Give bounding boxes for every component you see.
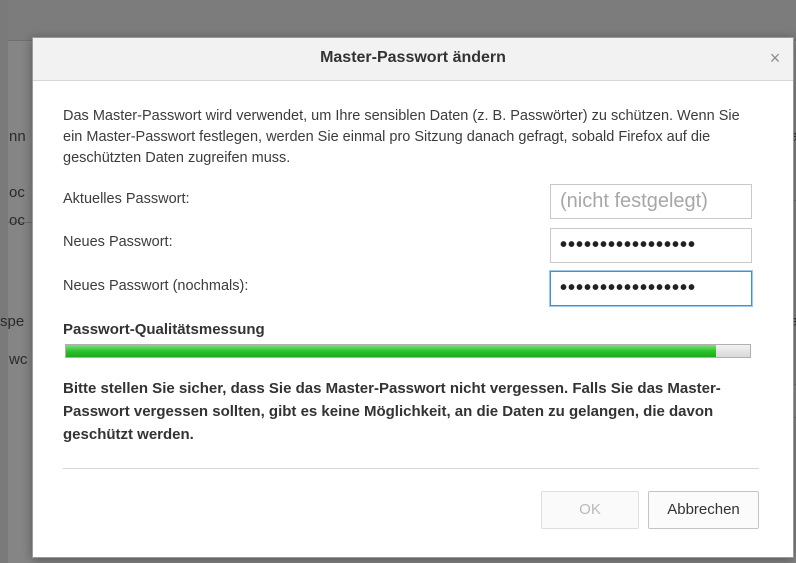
password-quality-meter-fill [66,345,716,357]
password-quality-meter [65,344,751,358]
background-text: spe [0,313,25,330]
background-text: wc [9,351,28,368]
new-password-field[interactable] [550,228,752,263]
dialog-divider [63,468,759,469]
password-quality-label: Passwort-Qualitätsmessung [63,321,265,338]
confirm-password-label: Neues Passwort (nochmals): [63,278,249,294]
dialog-title: Master-Passwort ändern [320,49,506,66]
ok-button[interactable]: OK [541,491,639,529]
current-password-field[interactable] [550,184,752,219]
background-text: nn [9,128,26,145]
current-password-label: Aktuelles Passwort: [63,191,190,207]
confirm-password-field[interactable] [550,271,752,306]
forgot-password-warning: Bitte stellen Sie sicher, dass Sie das M… [63,380,721,443]
dialog-titlebar: Master-Passwort ändern × [33,38,793,81]
change-master-password-dialog: Master-Passwort ändern × Das Master-Pass… [32,37,794,558]
cancel-button[interactable]: Abbrechen [648,491,759,529]
background-text: oc [9,212,25,229]
background-header [8,0,796,41]
close-icon[interactable]: × [765,47,785,69]
dialog-description: Das Master-Passwort wird verwendet, um I… [63,108,740,166]
background-text: oc [9,184,25,201]
new-password-label: Neues Passwort: [63,234,173,250]
